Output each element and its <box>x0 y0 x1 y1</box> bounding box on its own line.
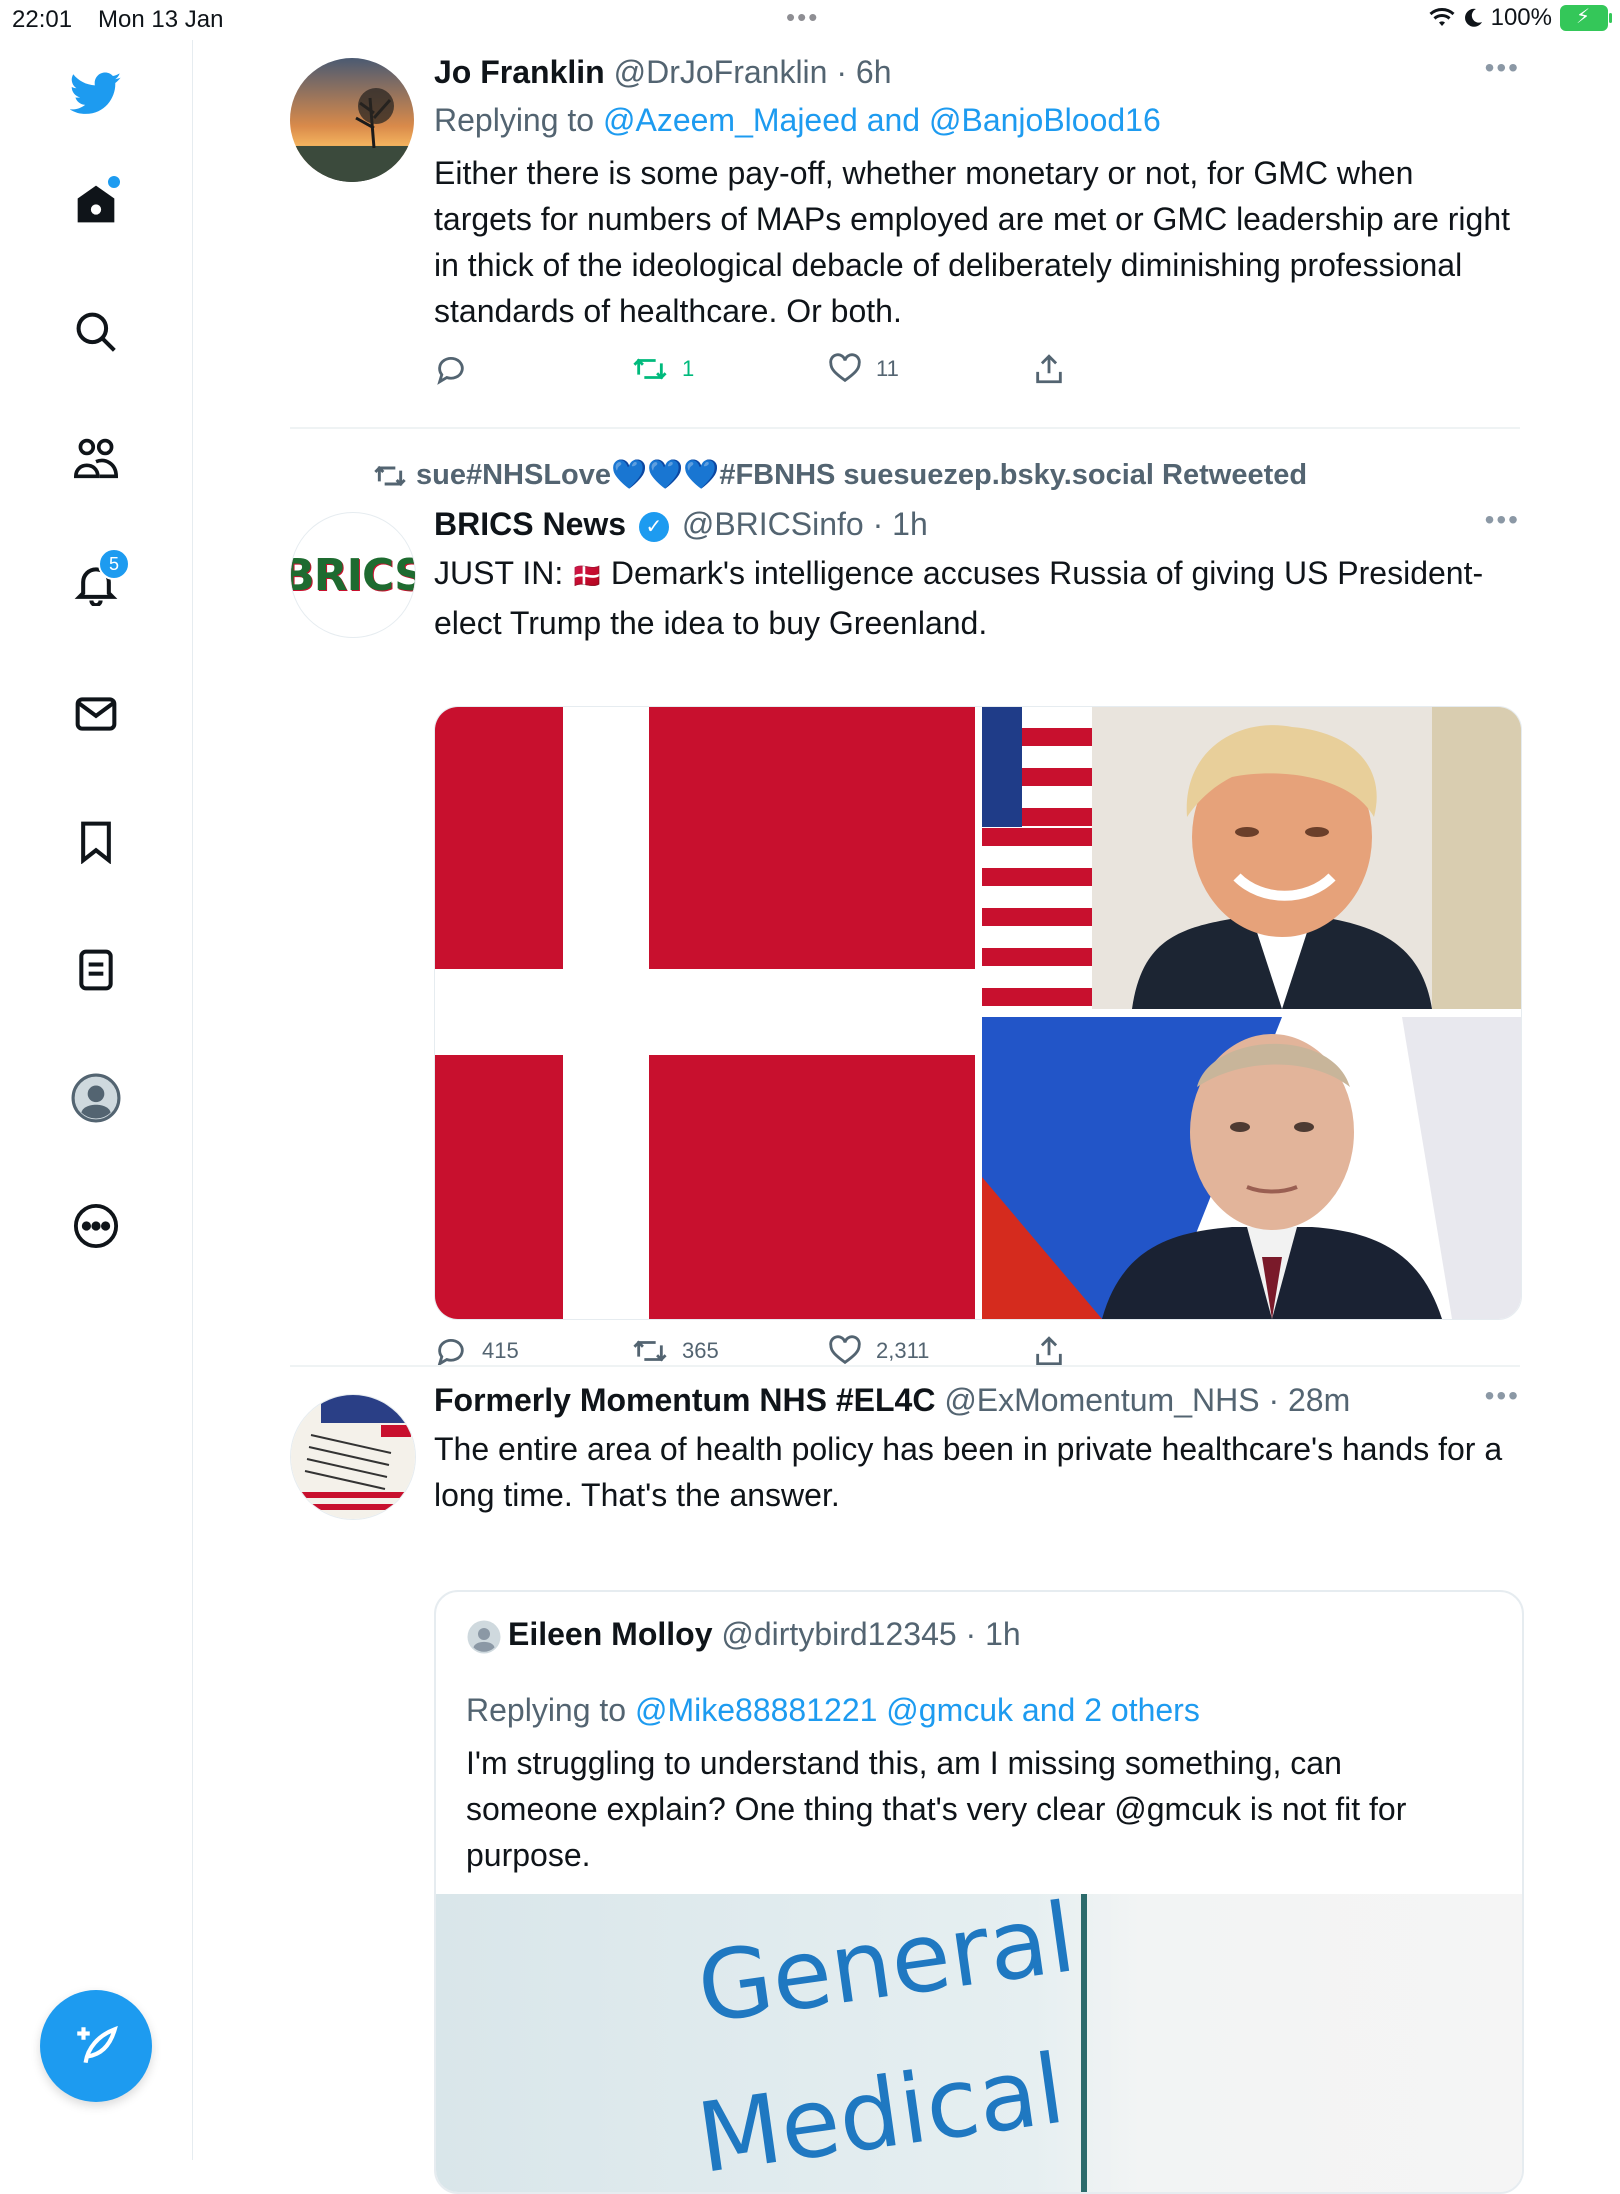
like-count: 11 <box>876 356 899 381</box>
reply-icon <box>437 1338 464 1367</box>
quoted-avatar-icon[interactable] <box>466 1619 502 1655</box>
quoted-tweet[interactable]: Eileen Molloy @dirtybird12345 · 1h Reply… <box>434 1590 1524 2194</box>
avatar[interactable] <box>290 1394 416 1520</box>
compose-tweet-button[interactable] <box>40 1990 152 2102</box>
replying-to: Replying to @Azeem_Majeed and @BanjoBloo… <box>434 98 1520 142</box>
trump-photo[interactable] <box>982 707 1521 1009</box>
profile-avatar-icon[interactable] <box>68 1070 124 1126</box>
gmc-sign-image[interactable]: General Medical <box>436 1894 1522 2194</box>
share-icon <box>1036 1336 1062 1366</box>
retweet-icon <box>374 466 406 487</box>
tweet-text: The entire area of health policy has bee… <box>434 1431 1503 1513</box>
retweet-count: 365 <box>682 1338 719 1363</box>
heart-icon <box>829 1335 861 1365</box>
quoted-author-handle[interactable]: @dirtybird12345 <box>721 1616 956 1652</box>
tweet-text-prefix: JUST IN: <box>434 555 573 591</box>
more-options-icon[interactable] <box>68 1198 124 1254</box>
retweet-button[interactable]: 1 <box>632 352 694 386</box>
gmc-sign-text-medical: Medical <box>691 2032 1071 2194</box>
tweet-actions: 415 365 2,311 <box>434 1334 1520 1378</box>
replying-to-prefix: Replying to <box>434 102 595 138</box>
retweet-icon <box>633 358 667 380</box>
avatar[interactable]: BRICS <box>290 512 416 638</box>
bookmarks-icon[interactable] <box>68 814 124 870</box>
tweet[interactable]: sue#NHSLove💙💙💙#FBNHS suesuezep.bsky.soci… <box>290 440 1522 1370</box>
verified-badge-icon: ✓ <box>638 511 669 542</box>
like-button[interactable]: 11 <box>828 352 899 386</box>
reply-button[interactable] <box>434 352 482 386</box>
quoted-tweet-text: I'm struggling to understand this, am I … <box>466 1745 1407 1873</box>
reply-count: 415 <box>482 1338 519 1363</box>
replying-to-users[interactable]: @Azeem_Majeed and @BanjoBlood16 <box>603 102 1161 138</box>
tweet-time[interactable]: 1h <box>892 506 928 542</box>
quoted-tweet-time[interactable]: 1h <box>985 1616 1021 1652</box>
status-date: Mon 13 Jan <box>98 6 224 33</box>
replying-to-users[interactable]: @Mike88881221 @gmcuk and 2 others <box>635 1692 1200 1728</box>
share-button[interactable] <box>1032 352 1066 386</box>
putin-photo[interactable] <box>982 1017 1521 1319</box>
tweet-text: JUST IN: 🇩🇰 Demark's intelligence accuse… <box>434 550 1520 646</box>
status-bar: 22:01 Mon 13 Jan ••• 100% ⚡ <box>0 0 1620 40</box>
quoted-author-name[interactable]: Eileen Molloy <box>508 1616 712 1652</box>
gmc-sign-text-general: General <box>691 1894 1082 2045</box>
moon-icon <box>1464 8 1482 27</box>
tweet-text: Either there is some pay-off, whether mo… <box>434 155 1510 329</box>
quoted-tweet-header: Eileen Molloy @dirtybird12345 · 1h <box>466 1616 1021 1655</box>
home-icon[interactable] <box>68 174 124 232</box>
communities-icon[interactable] <box>68 430 124 486</box>
share-button[interactable] <box>1032 1334 1066 1368</box>
retweet-button[interactable]: 365 <box>632 1334 719 1368</box>
tweet-author-name[interactable]: Formerly Momentum NHS #EL4C <box>434 1382 935 1418</box>
retweeted-by[interactable]: sue#NHSLove💙💙💙#FBNHS suesuezep.bsky.soci… <box>372 458 1307 492</box>
tweet-author-handle[interactable]: @DrJoFranklin <box>614 54 828 90</box>
tweet-divider <box>290 1365 1520 1367</box>
reply-button[interactable]: 415 <box>434 1334 519 1368</box>
tweet[interactable]: Jo Franklin @DrJoFranklin · 6h ••• Reply… <box>290 40 1520 430</box>
lists-icon[interactable] <box>68 942 124 998</box>
home-unread-dot <box>106 174 122 190</box>
status-indicators: 100% ⚡ <box>1429 4 1612 32</box>
tweet-author-handle[interactable]: @ExMomentum_NHS <box>944 1382 1259 1418</box>
heart-icon <box>829 353 861 383</box>
tweet-author-name[interactable]: Jo Franklin <box>434 54 605 90</box>
brics-logo-text: BRICS <box>291 549 415 601</box>
tweet-time[interactable]: 6h <box>856 54 892 90</box>
battery-icon: ⚡ <box>1560 5 1612 31</box>
tweet-actions: 1 11 <box>434 352 1520 396</box>
search-icon[interactable] <box>68 304 124 360</box>
avatar[interactable] <box>290 58 414 182</box>
notifications-count-badge: 5 <box>98 548 130 580</box>
feather-plus-icon <box>77 2025 118 2064</box>
quoted-replying-to: Replying to @Mike88881221 @gmcuk and 2 o… <box>466 1688 1200 1732</box>
retweeted-by-text: sue#NHSLove💙💙💙#FBNHS suesuezep.bsky.soci… <box>416 459 1308 491</box>
sidebar-nav: 5 <box>0 40 193 2160</box>
twitter-logo-icon[interactable] <box>68 66 124 122</box>
reply-icon <box>437 356 464 385</box>
messages-envelope-icon[interactable] <box>68 686 124 742</box>
battery-percent: 100% <box>1490 4 1552 31</box>
tweet[interactable]: Formerly Momentum NHS #EL4C @ExMomentum_… <box>290 1380 1524 2194</box>
multitasking-dots[interactable]: ••• <box>786 2 819 33</box>
status-time: 22:01 <box>12 6 73 33</box>
retweet-count: 1 <box>682 356 695 381</box>
tweet-more-icon[interactable]: ••• <box>1485 1380 1520 1412</box>
tweet-divider <box>290 427 1520 429</box>
replying-to-prefix: Replying to <box>466 1692 627 1728</box>
tweet-author-name[interactable]: BRICS News <box>434 506 626 542</box>
wifi-icon <box>1429 8 1455 26</box>
denmark-flag-emoji: 🇩🇰 <box>572 563 602 590</box>
tweet-more-icon[interactable]: ••• <box>1485 504 1520 536</box>
tweet-more-icon[interactable]: ••• <box>1485 52 1520 84</box>
tweet-media-grid[interactable] <box>434 706 1522 1320</box>
share-icon <box>1036 354 1062 384</box>
notifications-bell-icon[interactable]: 5 <box>68 548 130 612</box>
like-button[interactable]: 2,311 <box>828 1334 929 1368</box>
retweet-icon <box>633 1340 667 1362</box>
denmark-flag-image[interactable] <box>435 707 975 1319</box>
like-count: 2,311 <box>876 1338 930 1363</box>
tweet-author-handle[interactable]: @BRICSinfo <box>682 506 864 542</box>
tweet-time[interactable]: 28m <box>1288 1382 1350 1418</box>
